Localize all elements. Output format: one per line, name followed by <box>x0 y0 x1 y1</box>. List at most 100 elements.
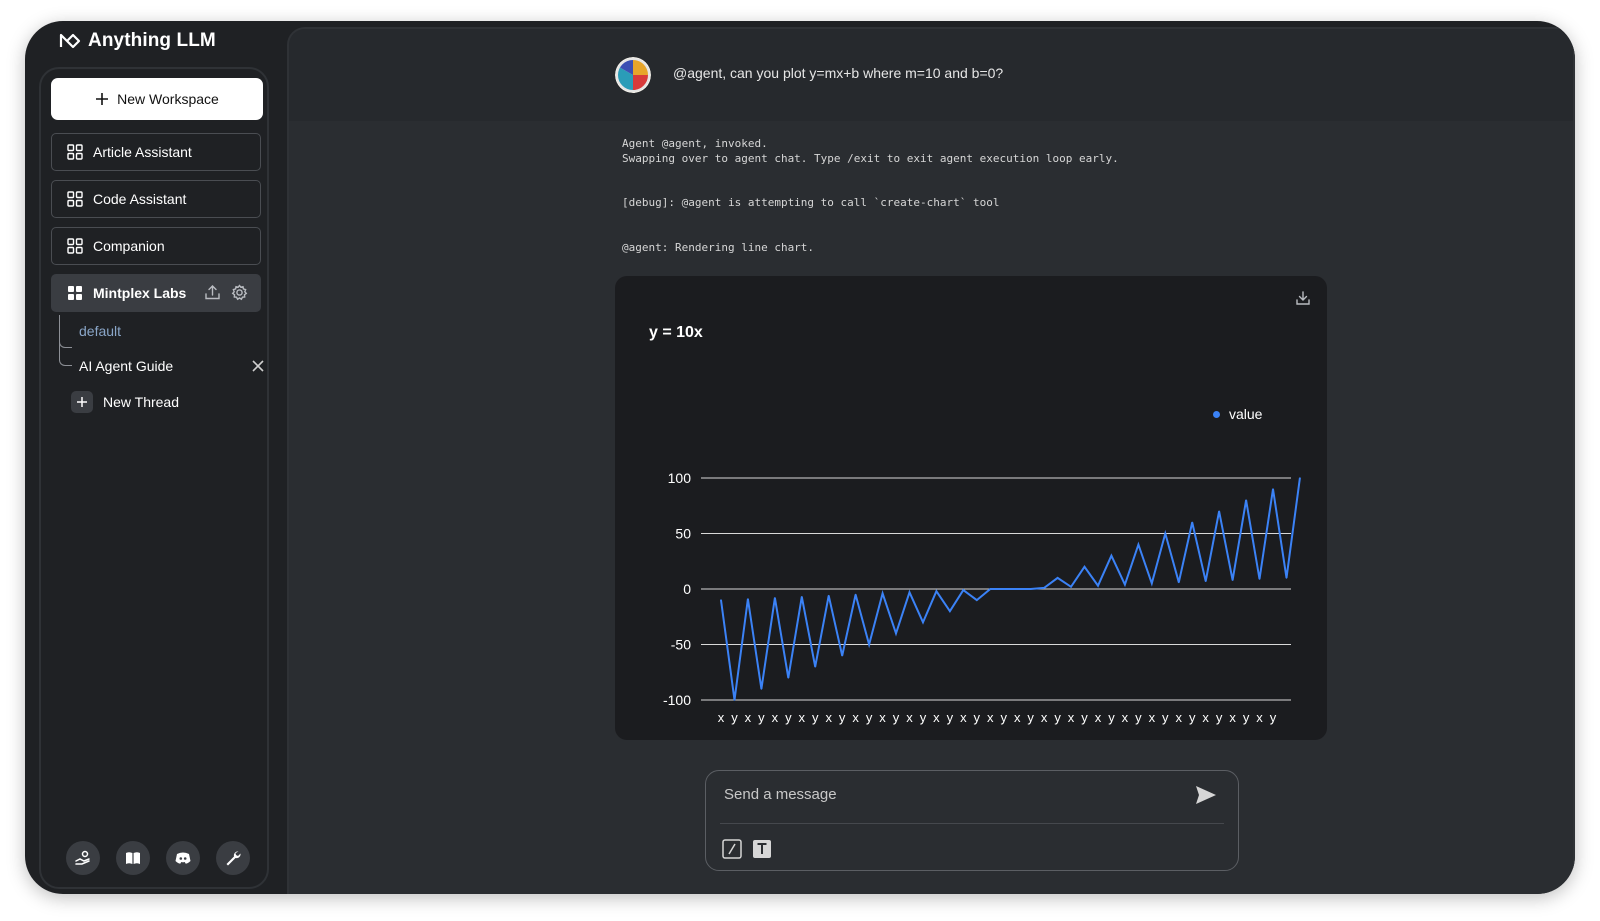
data-point <box>1191 521 1194 524</box>
x-tick-label: y <box>812 710 819 725</box>
line-chart: 100500-50-100x y x y x y x y x y x y x y x y x y x y x y x y x y x… <box>663 470 1301 725</box>
data-point <box>1164 532 1167 535</box>
text-size-icon[interactable] <box>752 839 772 859</box>
message-composer <box>705 770 1239 871</box>
docs-book-icon[interactable] <box>116 841 150 875</box>
x-tick-label: x <box>933 710 940 725</box>
workspace-item-article-assistant[interactable]: Article Assistant <box>51 133 261 171</box>
x-tick-label: x <box>1149 710 1156 725</box>
workspace-item-code-assistant[interactable]: Code Assistant <box>51 180 261 218</box>
x-tick-label: y <box>947 710 954 725</box>
x-tick-label: x <box>1041 710 1048 725</box>
x-tick-label: x <box>906 710 913 725</box>
x-tick-label: x <box>879 710 886 725</box>
workspace-grid-icon <box>67 144 83 160</box>
data-point <box>827 594 830 597</box>
x-tick-label: x <box>1229 710 1236 725</box>
close-icon[interactable] <box>251 359 265 373</box>
data-point <box>841 654 843 657</box>
data-point <box>800 595 803 598</box>
discord-icon[interactable] <box>166 841 200 875</box>
x-tick-label: x <box>1068 710 1075 725</box>
data-point <box>1097 584 1099 587</box>
composer-divider <box>720 823 1224 824</box>
y-tick-label: 50 <box>675 526 691 542</box>
x-tick-label: x <box>772 710 779 725</box>
workspace-label: Article Assistant <box>93 144 192 160</box>
new-workspace-button[interactable]: New Workspace <box>51 78 263 120</box>
x-tick-label: y <box>1000 710 1007 725</box>
data-point <box>1043 587 1045 589</box>
y-tick-label: -50 <box>671 637 691 653</box>
data-point <box>733 699 736 701</box>
data-point <box>1218 510 1220 513</box>
support-icon[interactable] <box>66 841 100 875</box>
x-tick-label: y <box>1054 710 1061 725</box>
data-point <box>747 598 749 600</box>
data-point <box>1002 588 1005 590</box>
x-tick-label: x <box>825 710 832 725</box>
data-point <box>1083 566 1086 568</box>
data-point <box>895 632 897 635</box>
thread-item-ai-agent-guide[interactable]: AI Agent Guide <box>79 358 264 374</box>
data-point <box>854 593 857 596</box>
data-point <box>1016 588 1018 590</box>
workspace-label: Code Assistant <box>93 191 187 207</box>
gear-icon[interactable] <box>231 284 248 301</box>
x-tick-label: y <box>1216 710 1223 725</box>
x-tick-label: x <box>1202 710 1209 725</box>
x-tick-label: y <box>893 710 900 725</box>
user-message-row: @agent, can you plot y=mx+b where m=10 a… <box>289 29 1573 121</box>
x-tick-label: x <box>1122 710 1129 725</box>
chat-panel: @agent, can you plot y=mx+b where m=10 a… <box>287 27 1575 894</box>
data-point <box>949 610 951 612</box>
plus-icon <box>96 93 109 105</box>
data-point <box>935 590 938 593</box>
agent-log-invoked: Agent @agent, invoked. Swapping over to … <box>622 137 1119 165</box>
user-message: @agent, can you plot y=mx+b where m=10 a… <box>673 65 1004 81</box>
thread-tree-branch <box>59 347 72 366</box>
x-tick-label: y <box>920 710 927 725</box>
x-tick-label: y <box>1108 710 1115 725</box>
data-point <box>1029 588 1032 590</box>
x-tick-label: y <box>1270 710 1277 725</box>
x-tick-label: x <box>745 710 752 725</box>
upload-icon[interactable] <box>204 284 221 301</box>
data-point <box>774 597 776 599</box>
data-point <box>1245 499 1247 501</box>
x-tick-label: y <box>866 710 873 725</box>
data-point <box>1110 554 1113 557</box>
avatar <box>615 57 651 93</box>
x-tick-label: y <box>1135 710 1142 725</box>
y-tick-label: -100 <box>663 692 691 708</box>
thread-label: default <box>79 323 122 339</box>
data-point <box>1285 577 1288 579</box>
send-icon[interactable] <box>1194 783 1218 807</box>
x-tick-label: y <box>839 710 846 725</box>
slash-command-icon[interactable] <box>722 839 742 859</box>
x-tick-label: y <box>1243 710 1250 725</box>
data-point <box>720 599 722 601</box>
data-point <box>962 589 965 591</box>
data-point <box>1137 543 1140 546</box>
data-point <box>1231 579 1234 581</box>
data-point <box>989 588 992 590</box>
app-title: Anything LLM <box>88 30 216 51</box>
data-point <box>881 592 884 595</box>
x-tick-label: y <box>785 710 792 725</box>
settings-wrench-icon[interactable] <box>216 841 250 875</box>
thread-label: AI Agent Guide <box>79 358 174 374</box>
workspace-item-mintplex-labs[interactable]: Mintplex Labs <box>51 274 261 312</box>
data-point <box>922 621 924 624</box>
data-point <box>760 688 763 690</box>
x-tick-label: y <box>758 710 765 725</box>
data-point <box>814 665 817 668</box>
workspace-item-companion[interactable]: Companion <box>51 227 261 265</box>
thread-item-default[interactable]: default <box>79 323 121 339</box>
data-point <box>1204 580 1207 583</box>
new-thread-button[interactable]: New Thread <box>71 391 179 413</box>
x-tick-label: x <box>799 710 806 725</box>
message-input[interactable] <box>722 779 1166 809</box>
agent-log-rendering: @agent: Rendering line chart. <box>622 241 815 254</box>
data-point <box>868 643 870 646</box>
